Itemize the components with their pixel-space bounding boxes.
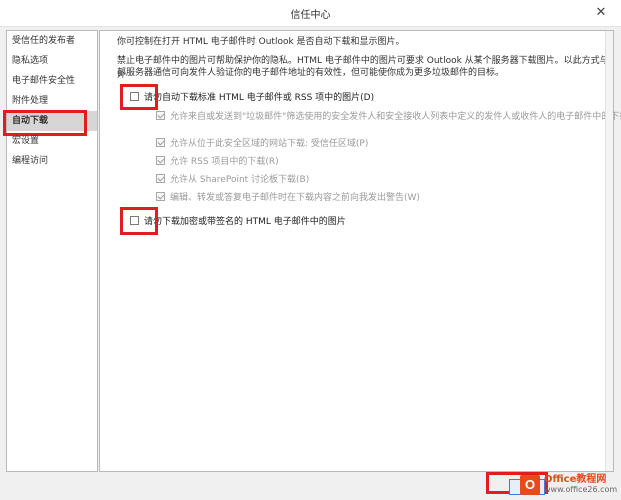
option-block-encrypted-images[interactable]: 请勿下载加密或带签名的 HTML 电子邮件中的图片 (130, 214, 346, 227)
watermark-title: Office教程网 (544, 474, 607, 485)
option-allow-trusted-zone[interactable]: 允许从位于此安全区域的网站下载: 受信任区域(P) (156, 136, 368, 149)
title-bar: 信任中心 ✕ (0, 0, 621, 27)
option-allow-safe-senders[interactable]: 允许来自或发送到"垃圾邮件"筛选使用的安全发件人和安全接收人列表中定义的发件人或… (156, 109, 621, 122)
ok-button-highlighted[interactable] (486, 472, 548, 495)
warn-before-download-checkbox[interactable] (156, 192, 165, 201)
sidebar-item-programmatic-access[interactable]: 编程访问 (7, 151, 97, 171)
highlight-box-main-option (120, 84, 158, 110)
intro-text: 你可控制在打开 HTML 电子邮件时 Outlook 是否自动下载和显示图片。 (117, 37, 405, 47)
block-html-images-label: 请勿自动下载标准 HTML 电子邮件或 RSS 项中的图片(D) (144, 93, 375, 103)
option-warn-before-download[interactable]: 编辑、转发或答复电子邮件时在下载内容之前向我发出警告(W) (156, 190, 420, 203)
allow-safe-senders-checkbox[interactable] (156, 111, 165, 120)
option-block-html-images[interactable]: 请勿自动下载标准 HTML 电子邮件或 RSS 项中的图片(D) (130, 90, 374, 103)
sidebar-item-attachment-handling[interactable]: 附件处理 (7, 91, 97, 111)
sidebar-item-privacy-options[interactable]: 隐私选项 (7, 51, 97, 71)
warn-before-download-label: 编辑、转发或答复电子邮件时在下载内容之前向我发出警告(W) (170, 193, 420, 203)
block-encrypted-images-label: 请勿下载加密或带签名的 HTML 电子邮件中的图片 (144, 217, 346, 227)
allow-rss-label: 允许 RSS 项目中的下载(R) (170, 157, 279, 167)
ok-button[interactable] (509, 479, 545, 495)
highlight-box-encrypted-option (120, 207, 158, 235)
settings-panel: 你可控制在打开 HTML 电子邮件时 Outlook 是否自动下载和显示图片。 … (99, 30, 621, 472)
allow-sharepoint-checkbox[interactable] (156, 174, 165, 183)
option-allow-sharepoint[interactable]: 允许从 SharePoint 讨论板下载(B) (156, 172, 309, 185)
allow-rss-checkbox[interactable] (156, 156, 165, 165)
close-button[interactable]: ✕ (591, 3, 611, 23)
sidebar-item-automatic-download[interactable]: 自动下载 (3, 110, 97, 136)
sidebar-item-trusted-publishers[interactable]: 受信任的发布者 (7, 31, 97, 51)
option-allow-rss[interactable]: 允许 RSS 项目中的下载(R) (156, 154, 279, 167)
vertical-scrollbar[interactable] (605, 31, 613, 471)
allow-trusted-zone-checkbox[interactable] (156, 138, 165, 147)
window-title: 信任中心 (290, 10, 331, 21)
sidebar-item-macro-settings[interactable]: 宏设置 (7, 131, 97, 151)
watermark-url: www.office26.com (544, 485, 618, 494)
sidebar: 受信任的发布者 隐私选项 电子邮件安全性 附件处理 自动下载 宏设置 编程访问 (3, 30, 98, 472)
sidebar-item-email-security[interactable]: 电子邮件安全性 (7, 71, 97, 91)
allow-trusted-zone-label: 允许从位于此安全区域的网站下载: 受信任区域(P) (170, 139, 369, 149)
allow-sharepoint-label: 允许从 SharePoint 讨论板下载(B) (170, 175, 310, 185)
privacy-description-line-2: 部服务器通信可向发件人验证你的电子邮件地址的有效性，但可能使你成为更多垃圾邮件的… (117, 68, 505, 78)
allow-safe-senders-label: 允许来自或发送到"垃圾邮件"筛选使用的安全发件人和安全接收人列表中定义的发件人或… (170, 112, 621, 122)
